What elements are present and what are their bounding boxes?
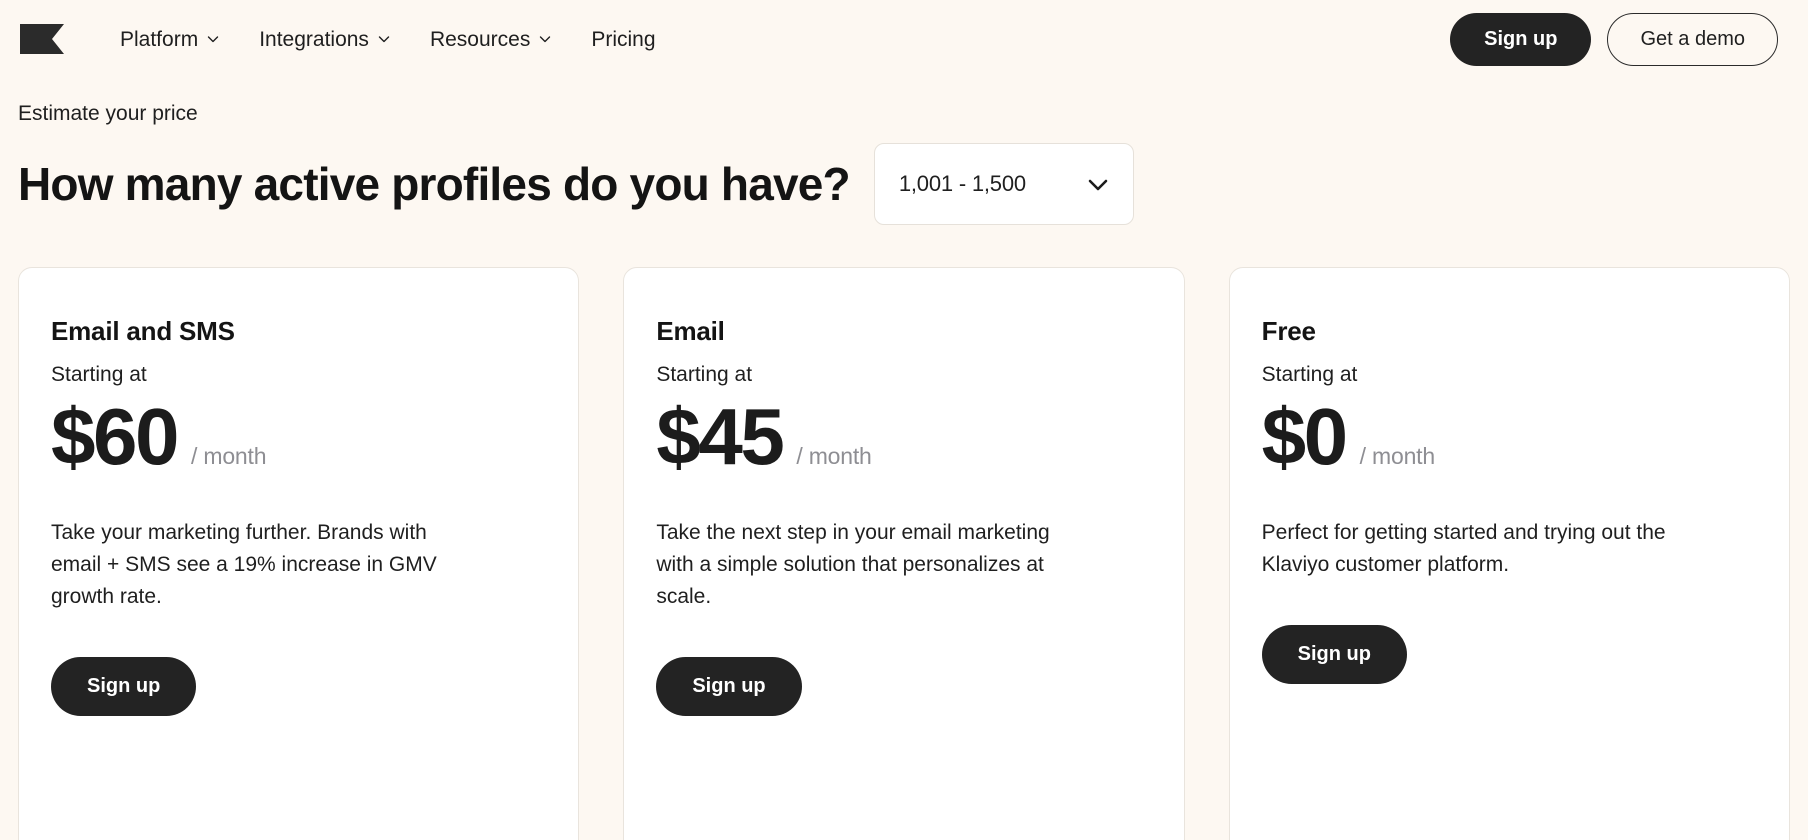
primary-navigation: Platform Integrations Resources Pricing: [100, 21, 1450, 58]
nav-item-label: Resources: [429, 27, 531, 51]
pricing-card: Free Starting at $0 / month Perfect for …: [1228, 267, 1790, 840]
estimator-eyebrow: Estimate your price: [18, 102, 198, 125]
site-header: Platform Integrations Resources Pricing …: [0, 0, 1808, 78]
plan-title: Email and SMS: [51, 316, 235, 347]
plan-price: $60: [51, 392, 179, 482]
header-signup-button[interactable]: Sign up: [1450, 12, 1592, 66]
header-actions: Sign up Get a demo: [1450, 12, 1790, 66]
plan-signup-button[interactable]: Sign up: [1261, 625, 1407, 685]
plan-price: $45: [656, 392, 784, 482]
active-profiles-select-value: 1,001 - 1,500: [898, 171, 1026, 197]
plan-starting-label: Starting at: [51, 363, 147, 387]
plan-cta-wrapper: Sign up: [1261, 625, 1757, 685]
nav-item-resources[interactable]: Resources: [410, 21, 571, 58]
nav-item-label: Integrations: [259, 27, 369, 51]
plan-price: $0: [1261, 392, 1348, 482]
estimator-question-row: How many active profiles do you have? 1,…: [18, 143, 1790, 226]
pricing-card: Email Starting at $45 / month Take the n…: [623, 267, 1185, 840]
plan-description: Perfect for getting started and trying o…: [1261, 521, 1666, 577]
plan-price-row: $0 / month: [1262, 395, 1757, 479]
pricing-card: Email and SMS Starting at $60 / month Ta…: [18, 267, 580, 840]
plan-cta-wrapper: Sign up: [656, 657, 1151, 717]
plan-title: Email: [656, 316, 725, 347]
plan-starting-label: Starting at: [656, 363, 753, 387]
nav-item-label: Pricing: [591, 27, 656, 51]
chevron-down-icon: [378, 33, 390, 45]
plan-title: Free: [1261, 316, 1316, 347]
header-get-a-demo-button[interactable]: Get a demo: [1607, 12, 1778, 66]
plan-description: Take your marketing further. Brands with…: [51, 521, 437, 609]
plan-starting-label: Starting at: [1261, 363, 1358, 387]
plan-price-period: / month: [796, 443, 872, 470]
chevron-down-icon[interactable]: [1085, 171, 1111, 197]
plan-price-row: $45 / month: [656, 395, 1151, 479]
chevron-down-icon: [207, 33, 219, 45]
plan-signup-button[interactable]: Sign up: [656, 657, 802, 717]
klaviyo-flag-logo-icon[interactable]: [18, 18, 66, 60]
active-profiles-select[interactable]: 1,001 - 1,500: [873, 143, 1134, 226]
page-title: How many active profiles do you have?: [18, 158, 851, 210]
plan-price-period: / month: [190, 443, 267, 470]
pricing-cards: Email and SMS Starting at $60 / month Ta…: [0, 267, 1808, 840]
nav-item-platform[interactable]: Platform: [100, 21, 239, 58]
chevron-down-icon: [539, 33, 551, 45]
price-estimator: Estimate your price How many active prof…: [0, 78, 1808, 226]
plan-description: Take the next step in your email marketi…: [656, 521, 1050, 609]
nav-item-pricing[interactable]: Pricing: [571, 21, 675, 58]
nav-item-integrations[interactable]: Integrations: [239, 21, 410, 58]
plan-cta-wrapper: Sign up: [51, 657, 546, 717]
plan-price-row: $60 / month: [51, 395, 546, 479]
plan-price-period: / month: [1359, 443, 1436, 470]
plan-signup-button[interactable]: Sign up: [51, 657, 197, 717]
nav-item-label: Platform: [120, 27, 199, 51]
